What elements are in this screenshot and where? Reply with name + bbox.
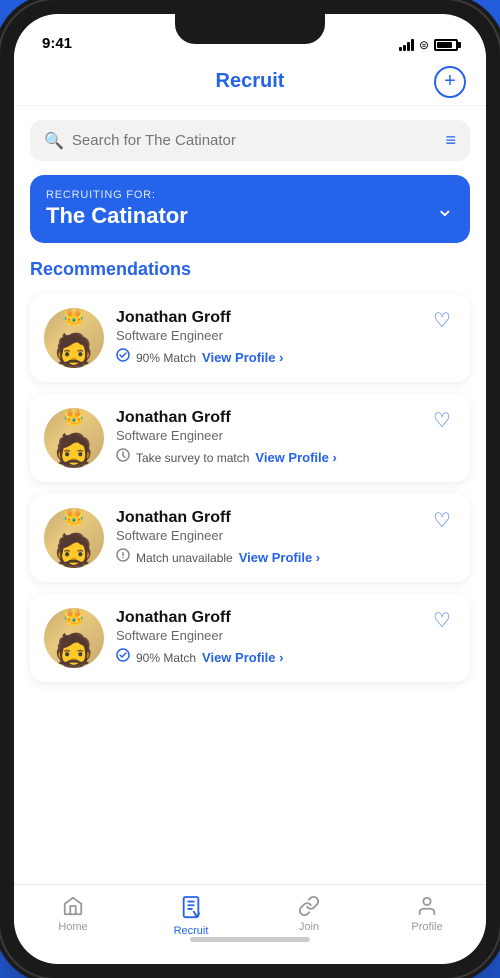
nav-item-recruit[interactable]: Recruit: [132, 895, 250, 937]
recruiting-text: RECRUITING FOR: The Catinator: [46, 189, 188, 229]
view-profile-btn-3[interactable]: View Profile ›: [202, 650, 283, 665]
candidate-card-1: Jonathan Groff Software Engineer Take su…: [30, 394, 470, 482]
signal-icon: [399, 39, 414, 51]
candidate-meta-1: Take survey to match View Profile ›: [116, 448, 456, 467]
heart-icon-1: ♡: [433, 408, 451, 433]
app-header: Recruit +: [14, 58, 486, 106]
recruit-icon: [180, 895, 202, 921]
heart-icon-0: ♡: [433, 308, 451, 333]
filter-icon[interactable]: ≡: [445, 130, 456, 151]
nav-item-profile[interactable]: Profile: [368, 895, 486, 933]
app-content: Recruit + 🔍 ≡ RECRUITING FOR: The Catina…: [14, 58, 486, 884]
nav-label-home: Home: [58, 921, 87, 933]
nav-item-home[interactable]: Home: [14, 895, 132, 933]
candidate-info-2: Jonathan Groff Software Engineer Match u…: [116, 509, 456, 567]
candidate-name-2: Jonathan Groff: [116, 509, 456, 527]
match-text-0: 90% Match: [136, 351, 196, 365]
chevron-down-icon: ⌄: [436, 196, 454, 222]
avatar-2: [44, 508, 104, 568]
phone-shell: 9:41 ⊜ Recruit +: [0, 0, 500, 978]
search-input[interactable]: [72, 132, 438, 149]
nav-label-join: Join: [299, 921, 319, 933]
nav-label-profile: Profile: [411, 921, 442, 933]
status-time: 9:41: [42, 35, 72, 52]
candidate-role-0: Software Engineer: [116, 328, 456, 343]
heart-btn-3[interactable]: ♡: [428, 606, 456, 634]
recruiting-name: The Catinator: [46, 203, 188, 229]
candidate-role-3: Software Engineer: [116, 628, 456, 643]
status-icons: ⊜: [399, 38, 458, 52]
wifi-icon: ⊜: [419, 38, 429, 52]
candidate-meta-2: Match unavailable View Profile ›: [116, 548, 456, 567]
home-icon: [62, 895, 84, 917]
candidate-role-2: Software Engineer: [116, 528, 456, 543]
profile-icon: [416, 895, 438, 917]
heart-btn-2[interactable]: ♡: [428, 506, 456, 534]
notch: [175, 14, 325, 44]
match-icon-3: [116, 648, 130, 667]
avatar-1: [44, 408, 104, 468]
candidate-name-0: Jonathan Groff: [116, 309, 456, 327]
app-title: Recruit: [216, 70, 285, 93]
view-profile-btn-1[interactable]: View Profile ›: [255, 450, 336, 465]
candidate-role-1: Software Engineer: [116, 428, 456, 443]
recruiting-label: RECRUITING FOR:: [46, 189, 188, 201]
recruiting-banner[interactable]: RECRUITING FOR: The Catinator ⌄: [30, 175, 470, 243]
candidate-meta-0: 90% Match View Profile ›: [116, 348, 456, 367]
match-text-2: Match unavailable: [136, 551, 233, 565]
candidate-info-3: Jonathan Groff Software Engineer 90% Mat…: [116, 609, 456, 667]
candidate-card-0: Jonathan Groff Software Engineer 90% Mat…: [30, 294, 470, 382]
match-text-3: 90% Match: [136, 651, 196, 665]
add-button[interactable]: +: [434, 66, 466, 98]
heart-btn-1[interactable]: ♡: [428, 406, 456, 434]
search-bar: 🔍 ≡: [30, 120, 470, 161]
nav-label-recruit: Recruit: [174, 925, 209, 937]
match-icon-2: [116, 548, 130, 567]
phone-screen: 9:41 ⊜ Recruit +: [14, 14, 486, 964]
candidate-card-3: Jonathan Groff Software Engineer 90% Mat…: [30, 594, 470, 682]
search-icon: 🔍: [44, 131, 64, 151]
match-icon-1: [116, 448, 130, 467]
candidate-info-1: Jonathan Groff Software Engineer Take su…: [116, 409, 456, 467]
recommendations-title: Recommendations: [30, 259, 470, 280]
candidate-name-3: Jonathan Groff: [116, 609, 456, 627]
avatar-3: [44, 608, 104, 668]
cards-container: Jonathan Groff Software Engineer 90% Mat…: [30, 294, 470, 682]
view-profile-btn-2[interactable]: View Profile ›: [239, 550, 320, 565]
candidate-meta-3: 90% Match View Profile ›: [116, 648, 456, 667]
recommendations-section: Recommendations Jonathan Groff Software …: [14, 259, 486, 884]
view-profile-btn-0[interactable]: View Profile ›: [202, 350, 283, 365]
join-icon: [297, 895, 321, 917]
nav-item-join[interactable]: Join: [250, 895, 368, 933]
battery-icon: [434, 39, 458, 51]
match-icon-0: [116, 348, 130, 367]
home-indicator: [190, 937, 310, 942]
match-text-1: Take survey to match: [136, 451, 249, 465]
heart-icon-2: ♡: [433, 508, 451, 533]
candidate-info-0: Jonathan Groff Software Engineer 90% Mat…: [116, 309, 456, 367]
search-container: 🔍 ≡: [14, 106, 486, 175]
heart-icon-3: ♡: [433, 608, 451, 633]
avatar-0: [44, 308, 104, 368]
candidate-card-2: Jonathan Groff Software Engineer Match u…: [30, 494, 470, 582]
bottom-nav: Home Recruit Join: [14, 884, 486, 964]
candidate-name-1: Jonathan Groff: [116, 409, 456, 427]
heart-btn-0[interactable]: ♡: [428, 306, 456, 334]
